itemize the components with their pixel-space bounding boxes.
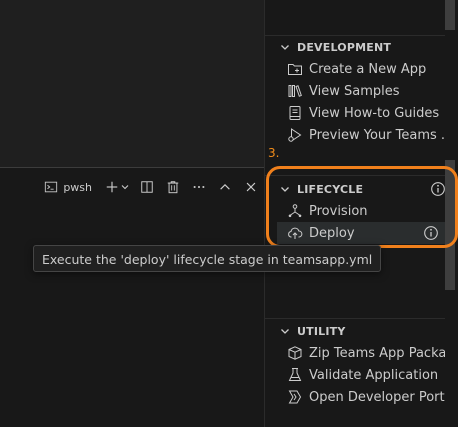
- deploy-tooltip: Execute the 'deploy' lifecycle stage in …: [33, 245, 382, 272]
- section-divider: [265, 175, 445, 176]
- debug-icon: [287, 127, 303, 143]
- terminal-panel: pwsh: [0, 167, 264, 427]
- terminal-icon: [43, 179, 59, 195]
- terminal-toolbar: pwsh: [39, 176, 264, 198]
- chevron-down-icon: [277, 39, 293, 55]
- info-icon[interactable]: [430, 181, 446, 197]
- book-icon: [287, 105, 303, 121]
- trash-icon: [165, 179, 181, 195]
- editor-area: [0, 0, 264, 167]
- section-title: UTILITY: [297, 324, 346, 338]
- tree-item-label: Deploy: [309, 225, 355, 241]
- tree-item-create-new-app[interactable]: Create a New App: [277, 58, 445, 80]
- split-icon: [139, 179, 155, 195]
- tree-item-zip-teams-app-package[interactable]: Zip Teams App Packa...: [277, 342, 445, 364]
- section-divider: [265, 318, 445, 319]
- tree-item-provision[interactable]: Provision: [277, 200, 445, 222]
- tree-item-label: Create a New App: [309, 61, 427, 77]
- library-icon: [287, 83, 303, 99]
- chevron-down-icon: [120, 179, 130, 195]
- tree-item-validate-application[interactable]: Validate Application: [277, 364, 445, 386]
- scrollbar-thumb-lifecycle[interactable]: [445, 160, 455, 290]
- maximize-panel-button[interactable]: [214, 176, 236, 198]
- new-terminal-button[interactable]: [102, 176, 132, 198]
- chevron-down-icon: [277, 323, 293, 339]
- provision-icon: [287, 203, 303, 219]
- beaker-icon: [287, 367, 303, 383]
- terminal-shell-label: pwsh: [63, 180, 92, 194]
- more-actions-button[interactable]: [188, 176, 210, 198]
- section-header-lifecycle[interactable]: LIFECYCLE: [277, 178, 445, 200]
- cloud-upload-icon: [287, 225, 303, 241]
- split-terminal-button[interactable]: [136, 176, 158, 198]
- tree-item-deploy[interactable]: Deploy: [277, 222, 445, 244]
- kill-terminal-button[interactable]: [162, 176, 184, 198]
- package-icon: [287, 345, 303, 361]
- portal-icon: [287, 389, 303, 405]
- tree-item-label: Zip Teams App Packa...: [309, 345, 445, 361]
- tree-item-label: Validate Application: [309, 367, 439, 383]
- tree-item-label: View How-to Guides: [309, 105, 440, 121]
- tree-item-view-how-to-guides[interactable]: View How-to Guides: [277, 102, 445, 124]
- section-title: DEVELOPMENT: [297, 40, 392, 54]
- tree-item-label: Provision: [309, 203, 368, 219]
- chevron-up-icon: [217, 179, 233, 195]
- tree-item-label: View Samples: [309, 83, 400, 99]
- new-folder-icon: [287, 61, 303, 77]
- info-icon[interactable]: [423, 225, 439, 241]
- close-icon: [243, 179, 259, 195]
- section-header-utility[interactable]: UTILITY: [277, 320, 346, 342]
- step-marker: 3.: [268, 146, 280, 160]
- plus-icon: [104, 179, 120, 195]
- section-title: LIFECYCLE: [297, 182, 364, 196]
- ellipsis-icon: [191, 179, 207, 195]
- terminal-tab[interactable]: pwsh: [39, 176, 96, 198]
- scrollbar-thumb-top[interactable]: [445, 0, 455, 30]
- tree-item-view-samples[interactable]: View Samples: [277, 80, 445, 102]
- tree-item-open-developer-portal[interactable]: Open Developer Port...: [277, 386, 445, 408]
- section-header-development[interactable]: DEVELOPMENT: [277, 36, 391, 58]
- tree-item-label: Preview Your Teams ...: [309, 127, 445, 143]
- close-panel-button[interactable]: [240, 176, 262, 198]
- tree-item-label: Open Developer Port...: [309, 389, 445, 405]
- chevron-down-icon: [277, 181, 293, 197]
- tree-item-preview-teams-app[interactable]: Preview Your Teams ...: [277, 124, 445, 146]
